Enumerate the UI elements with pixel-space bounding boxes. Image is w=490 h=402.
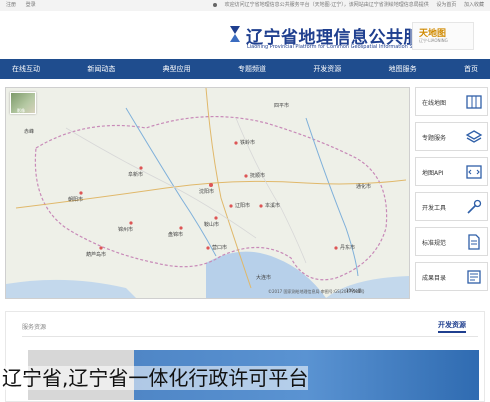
city-dot-jinzhou <box>129 221 133 225</box>
topbar-right: 欢迎访问辽宁省地理信息公共服务平台（天地图·辽宁），该网站由辽宁省测绘地理信息局… <box>207 0 484 11</box>
main-nav: 首页 地图服务 开发资源 专题频道 典型应用 新闻动态 在线互动 <box>0 59 490 79</box>
map-label-tieling: 铁岭市 <box>240 140 256 146</box>
register-link[interactable]: 注册 <box>6 2 16 8</box>
city-dot-tieling <box>234 141 238 145</box>
map-label-yingkou: 营口市 <box>212 245 228 251</box>
city-dot-fuxin <box>139 166 143 170</box>
tool-map-api[interactable]: 地图API <box>415 157 488 186</box>
nav-item-map-services[interactable]: 地图服务 <box>389 64 417 74</box>
city-dot-yingkou <box>206 246 210 250</box>
city-dot-dandong <box>334 246 338 250</box>
nav-item-cases[interactable]: 典型应用 <box>163 64 191 74</box>
tool-online-map[interactable]: 在线地图 <box>415 87 488 116</box>
satellite-layer-toggle[interactable]: 影像 <box>10 92 36 114</box>
add-favorite-link[interactable]: 加入收藏 <box>464 2 484 8</box>
site-header: 辽宁省地理信息公共服务平台 Liaoning Provincial Platfo… <box>0 11 490 59</box>
tool-label: 地图API <box>422 170 444 177</box>
map-label-chaoyang: 朝阳市 <box>68 197 84 203</box>
section-title: 服务资源 <box>22 324 47 331</box>
api-code-icon <box>466 165 482 179</box>
map-label-fushun: 抚顺市 <box>250 173 266 179</box>
map-label-anshan: 鞍山市 <box>204 222 220 228</box>
nav-item-topics[interactable]: 专题频道 <box>238 64 266 74</box>
tianditu-logo[interactable]: 天地图 辽宁·LIAONING <box>412 22 474 50</box>
tool-label: 成果目录 <box>422 275 447 282</box>
map-label-tonghua: 通化市 <box>356 184 372 190</box>
map-label-jinzhou: 锦州市 <box>118 227 134 233</box>
set-homepage-link[interactable]: 设为首页 <box>436 2 456 8</box>
map-label-fuxin: 阜新市 <box>128 172 144 178</box>
tool-topic-services[interactable]: 专题服务 <box>415 122 488 151</box>
city-dot-benxi <box>259 204 263 208</box>
map-label-chifeng: 赤峰 <box>24 129 35 135</box>
login-link[interactable]: 登录 <box>26 2 36 8</box>
tool-standards[interactable]: 标准规范 <box>415 227 488 256</box>
tool-label: 标准规范 <box>422 240 447 247</box>
site-subtitle: Liaoning Provincial Platform for Common … <box>247 44 431 50</box>
info-icon <box>212 2 217 7</box>
tools-icon <box>467 199 482 214</box>
city-dot-chaoyang <box>79 191 83 195</box>
map-icon <box>466 95 482 109</box>
auth-links: 注册 登录 <box>6 0 44 11</box>
nav-item-news[interactable]: 新闻动态 <box>87 64 115 74</box>
map-label-shenyang: 沈阳市 <box>199 189 215 195</box>
tool-dev-tools[interactable]: 开发工具 <box>415 192 488 221</box>
tool-label: 开发工具 <box>422 205 447 212</box>
nav-item-dev-resources[interactable]: 开发资源 <box>313 64 341 74</box>
nav-item-interact[interactable]: 在线互动 <box>12 64 40 74</box>
map-label-dalian: 大连市 <box>256 275 272 281</box>
tool-catalog[interactable]: 成果目录 <box>415 262 488 291</box>
site-logo-icon <box>230 26 240 42</box>
nav-item-home[interactable]: 首页 <box>464 64 478 74</box>
map-label-huludao: 葫芦岛市 <box>86 252 107 258</box>
layers-icon <box>465 130 483 143</box>
city-dot-anshan <box>214 216 218 220</box>
partner-sub: 辽宁·LIAONING <box>419 38 448 43</box>
city-dot-panjin <box>179 226 183 230</box>
map-label-dandong: 丹东市 <box>340 245 356 251</box>
map-label-siping: 四平市 <box>274 103 290 109</box>
city-dot-liaoyang <box>229 204 233 208</box>
map-label-liaoyang: 辽阳市 <box>235 203 251 209</box>
map-viewer[interactable]: 影像 沈阳市 抚顺市 铁岭市 鞍山市 辽阳市 本溪市 丹东市 营口市 盘锦市 锦… <box>5 87 410 299</box>
tool-label: 专题服务 <box>422 135 447 142</box>
tab-dev-resources[interactable]: 开发资源 <box>438 320 466 333</box>
section-divider <box>22 336 478 337</box>
city-dot-huludao <box>99 246 103 250</box>
welcome-text: 欢迎访问辽宁省地理信息公共服务平台（天地图·辽宁），该网站由辽宁省测绘地理信息局… <box>224 2 429 8</box>
map-label-benxi: 本溪市 <box>265 203 281 209</box>
satellite-layer-label: 影像 <box>17 108 25 113</box>
catalog-icon <box>467 270 481 284</box>
tool-label: 在线地图 <box>422 100 447 107</box>
city-dot-shenyang <box>209 183 213 187</box>
image-caption: 辽宁省,辽宁省一体化行政许可平台 <box>2 366 309 390</box>
city-dot-fushun <box>244 174 248 178</box>
document-icon <box>468 234 480 250</box>
map-scale-bar: 100公里 <box>346 288 362 293</box>
map-label-panjin: 盘锦市 <box>168 232 184 238</box>
